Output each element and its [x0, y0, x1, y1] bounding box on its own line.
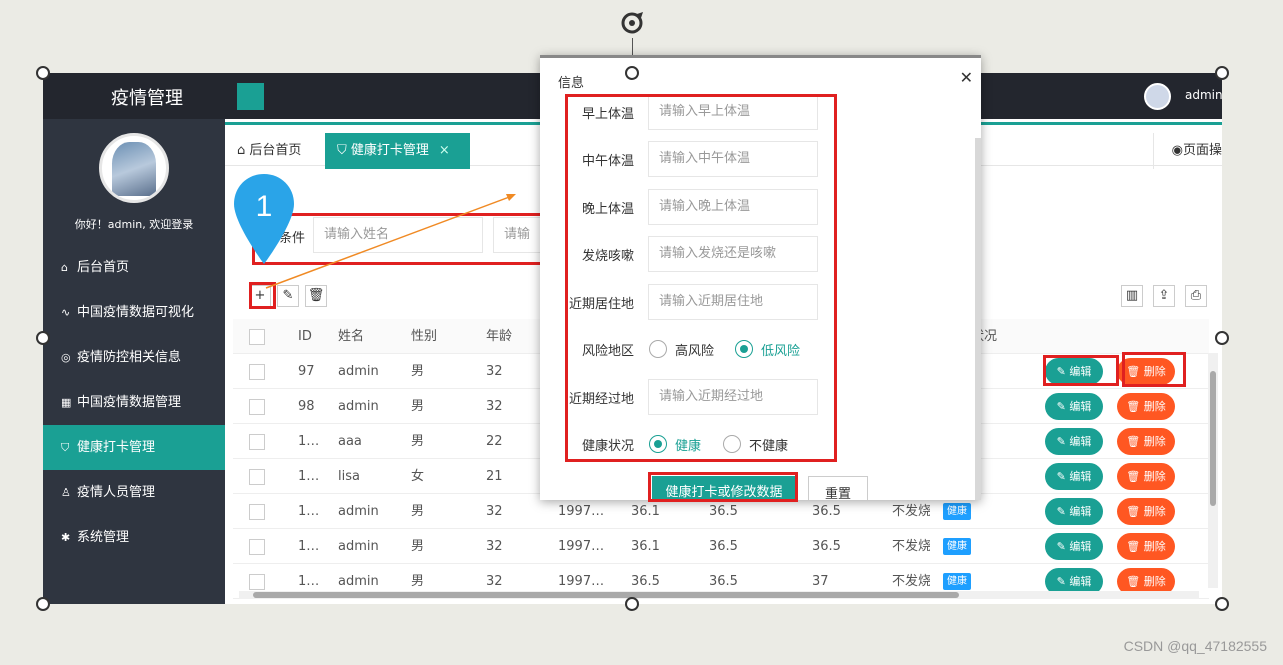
high-risk-label[interactable]: 高风险	[675, 340, 714, 359]
submit-checkin-button[interactable]: 健康打卡或修改数据	[652, 476, 796, 500]
evening-temp-row: 晚上体温 请输入晚上体温	[566, 189, 966, 225]
fever-cough-label: 发烧咳嗽	[581, 249, 634, 264]
step-number: 1	[255, 190, 273, 223]
modal-title: 信息	[558, 76, 585, 91]
morning-temp-input[interactable]: 请输入早上体温	[648, 94, 818, 130]
noon-temp-label: 中午体温	[581, 154, 634, 169]
unhealthy-radio[interactable]	[723, 435, 741, 453]
fever-cough-row: 发烧咳嗽 请输入发烧还是咳嗽	[566, 236, 966, 272]
morning-temp-label: 早上体温	[581, 107, 634, 122]
high-risk-radio[interactable]	[649, 340, 667, 358]
resize-handle-right[interactable]	[1215, 331, 1229, 345]
morning-temp-row: 早上体温 请输入早上体温	[566, 94, 966, 130]
resize-handle-bottom-right[interactable]	[1215, 597, 1229, 611]
noon-temp-input[interactable]: 请输入中午体温	[648, 141, 818, 177]
residence-row: 近期居住地 请输入近期居住地	[566, 284, 966, 320]
healthy-label[interactable]: 健康	[675, 435, 701, 454]
resize-handle-bottom-left[interactable]	[36, 597, 50, 611]
modal-scrollbar[interactable]	[975, 138, 981, 500]
low-risk-radio[interactable]	[735, 340, 753, 358]
resize-handle-left[interactable]	[36, 331, 50, 345]
reset-button[interactable]: 重置	[808, 476, 868, 500]
resize-handle-top-right[interactable]	[1215, 66, 1229, 80]
risk-area-row: 风险地区 高风险 低风险	[566, 331, 966, 367]
passed-area-label: 近期经过地	[568, 392, 634, 407]
residence-label: 近期居住地	[568, 297, 634, 312]
passed-area-row: 近期经过地 请输入近期经过地	[566, 379, 966, 415]
low-risk-label[interactable]: 低风险	[761, 340, 800, 359]
health-status-label: 健康状况	[581, 439, 634, 454]
resize-handle-top[interactable]	[625, 66, 639, 80]
info-modal: 信息 ✕ 早上体温 请输入早上体温 中午体温 请输入中午体温 晚上体温 请输入晚…	[540, 55, 981, 500]
watermark: CSDN @qq_47182555	[1123, 638, 1267, 654]
evening-temp-label: 晚上体温	[581, 202, 634, 217]
evening-temp-input[interactable]: 请输入晚上体温	[648, 189, 818, 225]
resize-handle-bottom[interactable]	[625, 597, 639, 611]
health-status-row: 健康状况 健康 不健康	[566, 426, 966, 462]
passed-area-input[interactable]: 请输入近期经过地	[648, 379, 818, 415]
risk-area-label: 风险地区	[581, 344, 634, 359]
resize-handle-top-left[interactable]	[36, 66, 50, 80]
healthy-radio[interactable]	[649, 435, 667, 453]
step-marker-pin: 1	[232, 172, 296, 266]
fever-cough-input[interactable]: 请输入发烧还是咳嗽	[648, 236, 818, 272]
unhealthy-label[interactable]: 不健康	[749, 435, 788, 454]
close-icon[interactable]: ✕	[960, 68, 973, 87]
residence-input[interactable]: 请输入近期居住地	[648, 284, 818, 320]
noon-temp-row: 中午体温 请输入中午体温	[566, 141, 966, 177]
